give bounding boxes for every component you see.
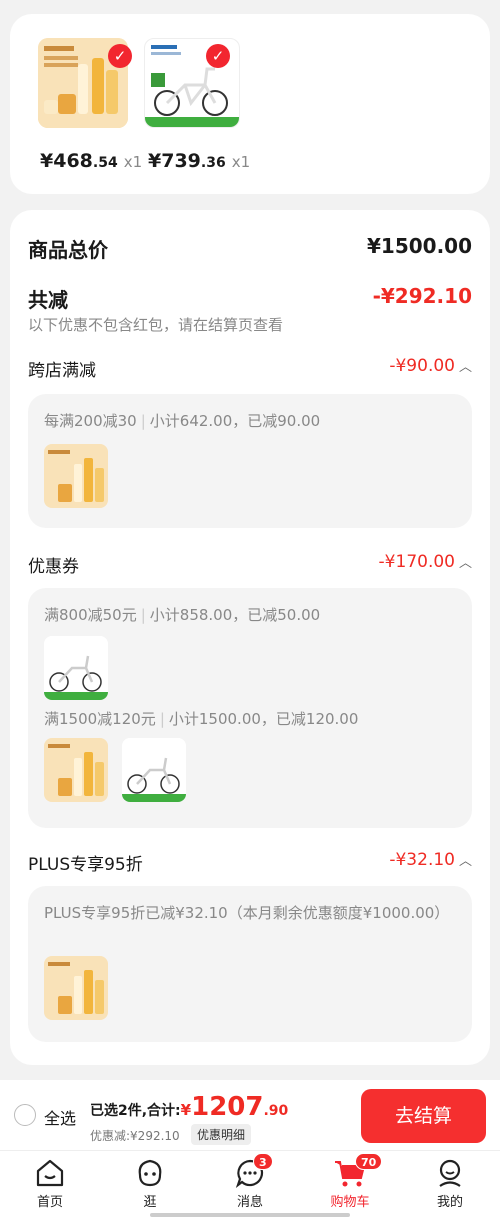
select-all-label[interactable]: 全选 — [44, 1105, 76, 1129]
checkout-button[interactable]: 去结算 — [361, 1089, 486, 1143]
item-price: ¥468.54 x1 — [40, 150, 143, 172]
folding-bike-image — [122, 738, 186, 802]
cart-badge: 70 — [355, 1153, 383, 1170]
message-badge: 3 — [253, 1153, 273, 1170]
cosmetics-product-image — [44, 956, 108, 1020]
selected-check-icon[interactable]: ✓ — [108, 44, 132, 68]
item-price: ¥739.36 x1 — [148, 150, 251, 172]
chevron-up-icon: ︿ — [458, 360, 472, 375]
cross-store-box: 每满200减30 | 小计642.00，已减90.00 — [28, 394, 472, 528]
tab-messages[interactable]: 消息 3 — [215, 1153, 285, 1210]
chevron-up-icon: ︿ — [458, 854, 472, 869]
plus-discount-box: PLUS专享95折已减¥32.10（本月剩余优惠额度¥1000.00） — [28, 886, 472, 1042]
bottom-tab-bar: 首页 逛 消息 3 购物车 70 我的 — [0, 1150, 500, 1220]
coupon-row[interactable]: 优惠券 -¥170.00 ︿ — [28, 552, 472, 577]
home-icon — [36, 1159, 64, 1187]
discount-detail-button[interactable]: 优惠明细 — [191, 1124, 252, 1145]
discount-summary: 优惠减:¥292.10 — [90, 1129, 180, 1143]
discount-label: 共减 — [28, 288, 68, 312]
total-label: 商品总价 — [28, 238, 108, 262]
discount-note: 以下优惠不包含红包，请在结算页查看 — [28, 316, 284, 334]
discount-value: -¥292.10 — [372, 284, 472, 308]
folding-bike-image — [44, 636, 108, 700]
selected-check-icon[interactable]: ✓ — [206, 44, 230, 68]
tab-profile[interactable]: 我的 — [415, 1157, 485, 1210]
total-price-row: 商品总价 ¥1500.00 — [28, 234, 472, 263]
discount-row: 共减 -¥292.10 — [28, 284, 472, 313]
chevron-up-icon: ︿ — [458, 556, 472, 571]
select-all-radio[interactable] — [14, 1104, 36, 1126]
discount-detail-card: 商品总价 ¥1500.00 共减 -¥292.10 以下优惠不包含红包，请在结算… — [10, 210, 490, 1065]
selected-items-card: ✓ ✓ ¥468.54 x1 ¥739.36 x1 — [10, 14, 490, 194]
cosmetics-product-image — [44, 444, 108, 508]
cosmetics-product-image — [44, 738, 108, 802]
profile-icon — [439, 1159, 461, 1187]
home-indicator — [150, 1213, 350, 1217]
browse-face-icon — [138, 1159, 162, 1187]
tab-home[interactable]: 首页 — [15, 1157, 85, 1210]
tab-cart[interactable]: 购物车 70 — [315, 1153, 385, 1210]
plus-discount-row[interactable]: PLUS专享95折 -¥32.10 ︿ — [28, 850, 472, 875]
tab-browse[interactable]: 逛 — [115, 1157, 185, 1210]
total-value: ¥1500.00 — [366, 234, 472, 258]
checkout-bar: 全选 已选2件,合计:¥1207.90 优惠减:¥292.10 优惠明细 去结算 — [0, 1080, 500, 1150]
cross-store-row[interactable]: 跨店满减 -¥90.00 ︿ — [28, 356, 472, 381]
coupon-box: 满800减50元 | 小计858.00，已减50.00 满1500减120元 | 小计1… — [28, 588, 472, 828]
total-summary: 已选2件,合计:¥1207.90 — [90, 1092, 289, 1122]
